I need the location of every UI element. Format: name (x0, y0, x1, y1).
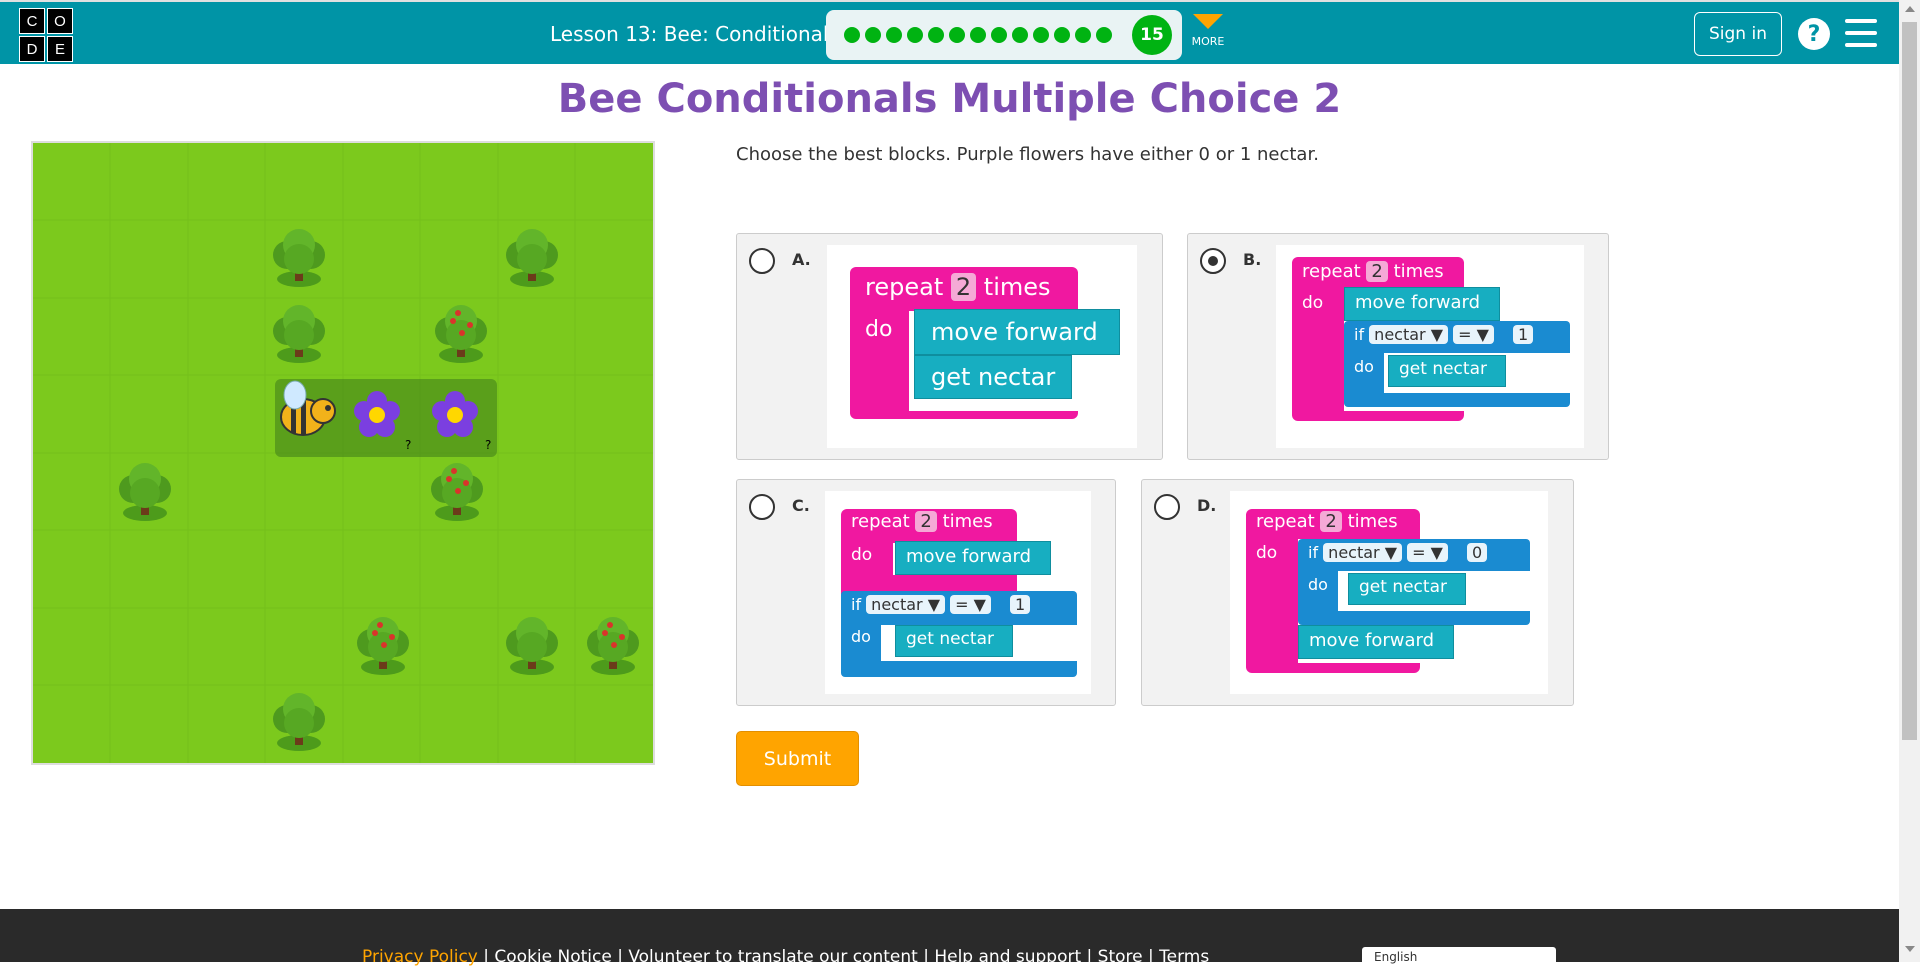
progress-dot[interactable] (1012, 27, 1028, 43)
radio-choice-b[interactable] (1200, 248, 1226, 274)
svg-text:?: ? (405, 438, 411, 452)
radio-choice-a[interactable] (749, 248, 775, 274)
hamburger-menu-icon[interactable] (1845, 19, 1877, 47)
move-forward-block: move forward (1298, 625, 1454, 659)
chevron-down-icon (1193, 14, 1223, 29)
logo-letter: C (19, 8, 45, 34)
get-nectar-block: get nectar (914, 355, 1072, 399)
do-label: do (1308, 575, 1328, 594)
page-title: Bee Conditionals Multiple Choice 2 (557, 76, 1342, 122)
page-scrollbar[interactable] (1899, 0, 1920, 962)
footer: Privacy Policy | Cookie Notice | Volunte… (0, 909, 1899, 967)
choice-d[interactable]: D. repeat 2 times do if nectar ▼ = ▼ 0 d… (1141, 479, 1574, 706)
top-header: C O D E Lesson 13: Bee: Conditionals 15 … (0, 0, 1899, 64)
choice-label: C. (792, 496, 810, 515)
if-condition: if nectar ▼ = ▼ 0 (1308, 543, 1488, 562)
lesson-title[interactable]: Lesson 13: Bee: Conditionals (550, 22, 839, 46)
progress-dot[interactable] (886, 27, 902, 43)
repeat-label: repeat 2 times (865, 273, 1051, 301)
do-label: do (851, 545, 873, 565)
radio-choice-d[interactable] (1154, 494, 1180, 520)
progress-dot[interactable] (1075, 27, 1091, 43)
repeat-label: repeat 2 times (1302, 261, 1444, 282)
progress-dot[interactable] (928, 27, 944, 43)
choice-label: A. (792, 250, 811, 269)
logo-letter: E (47, 36, 73, 62)
repeat-label: repeat 2 times (851, 511, 993, 532)
scroll-up-icon[interactable] (1905, 6, 1915, 12)
block-program-b: repeat 2 times do move forward if nectar… (1276, 245, 1584, 448)
do-label: do (1302, 293, 1324, 313)
svg-text:?: ? (485, 438, 491, 452)
scroll-down-icon[interactable] (1905, 946, 1915, 952)
do-label: do (865, 317, 893, 342)
logo-letter: D (19, 36, 45, 62)
progress-dot[interactable] (1096, 27, 1112, 43)
if-condition: if nectar ▼ = ▼ 1 (851, 595, 1031, 614)
sign-in-button[interactable]: Sign in (1694, 12, 1782, 56)
logo-letter: O (47, 8, 73, 34)
code-logo[interactable]: C O D E (19, 8, 73, 62)
block-program-c: repeat 2 times do move forward if nectar… (825, 491, 1091, 694)
privacy-policy-link[interactable]: Privacy Policy (362, 947, 478, 967)
progress-dot[interactable] (1054, 27, 1070, 43)
progress-dot[interactable] (844, 27, 860, 43)
get-nectar-block: get nectar (1388, 355, 1506, 387)
get-nectar-block: get nectar (895, 625, 1013, 657)
progress-dot[interactable] (991, 27, 1007, 43)
maze-board: ? ? (31, 141, 655, 765)
footer-link-list[interactable]: | Cookie Notice | Volunteer to translate… (478, 947, 1209, 967)
more-button[interactable]: MORE (1190, 14, 1226, 48)
move-forward-block: move forward (1344, 287, 1500, 321)
block-program-d: repeat 2 times do if nectar ▼ = ▼ 0 do g… (1230, 491, 1548, 694)
radio-choice-c[interactable] (749, 494, 775, 520)
progress-dot[interactable] (1033, 27, 1049, 43)
choice-label: B. (1243, 250, 1262, 269)
if-condition: if nectar ▼ = ▼ 1 (1354, 325, 1534, 344)
help-icon[interactable]: ? (1798, 18, 1830, 50)
maze-grid: ? ? (33, 143, 653, 763)
repeat-label: repeat 2 times (1256, 511, 1398, 532)
do-label: do (1354, 357, 1374, 376)
language-select[interactable]: English (1362, 947, 1556, 967)
lesson-progress: 15 (826, 10, 1182, 60)
choice-a[interactable]: A. repeat 2 times do move forward get ne… (736, 233, 1163, 460)
get-nectar-block: get nectar (1348, 573, 1466, 605)
instructions-text: Choose the best blocks. Purple flowers h… (736, 144, 1319, 165)
move-forward-block: move forward (914, 309, 1120, 355)
progress-dot[interactable] (970, 27, 986, 43)
progress-current-level[interactable]: 15 (1132, 15, 1172, 55)
progress-dot[interactable] (907, 27, 923, 43)
do-label: do (851, 627, 871, 646)
more-label: MORE (1191, 35, 1225, 48)
footer-links: Privacy Policy | Cookie Notice | Volunte… (362, 947, 1209, 967)
progress-dot[interactable] (949, 27, 965, 43)
scrollbar-thumb[interactable] (1902, 22, 1917, 740)
move-forward-block: move forward (895, 541, 1051, 575)
choice-label: D. (1197, 496, 1217, 515)
block-program-a: repeat 2 times do move forward get necta… (827, 245, 1137, 448)
choice-c[interactable]: C. repeat 2 times do move forward if nec… (736, 479, 1116, 706)
progress-dot[interactable] (865, 27, 881, 43)
submit-button[interactable]: Submit (736, 731, 859, 786)
choice-b[interactable]: B. repeat 2 times do move forward if nec… (1187, 233, 1609, 460)
do-label: do (1256, 543, 1278, 563)
